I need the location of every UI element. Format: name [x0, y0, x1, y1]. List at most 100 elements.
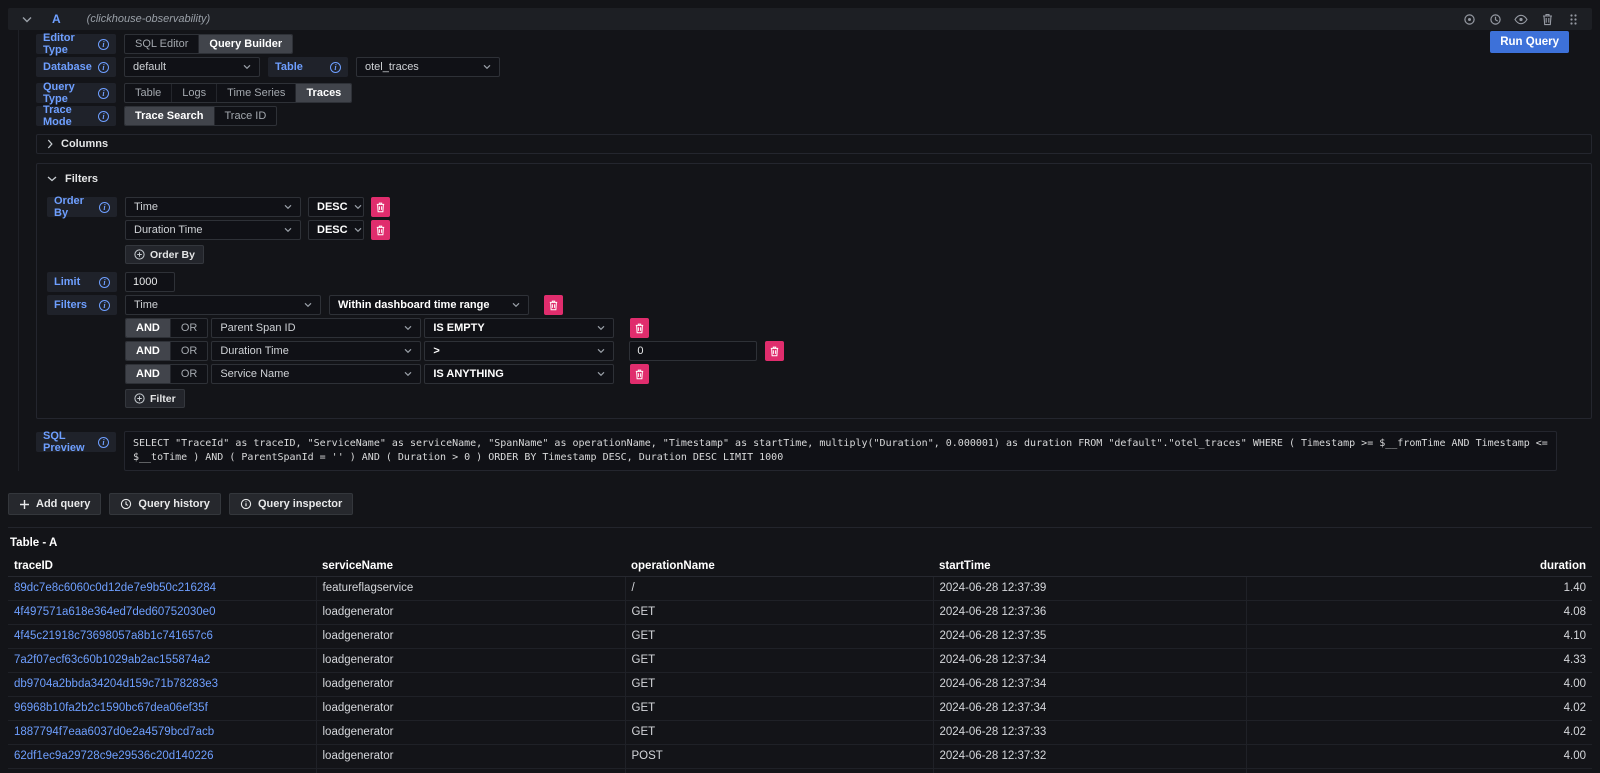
table-row: 4f45c21918c73698057a8b1c741657c6loadgene…: [8, 624, 1592, 648]
column-header-duration[interactable]: duration: [1246, 557, 1592, 576]
add-order-by-button[interactable]: Order By: [125, 245, 204, 264]
filter-condition-select[interactable]: Within dashboard time range: [329, 295, 529, 315]
info-icon[interactable]: [98, 39, 109, 50]
query-type-traces[interactable]: Traces: [296, 84, 351, 102]
remove-query-trash-icon[interactable]: [1538, 10, 1556, 28]
filter-operator-select[interactable]: >: [424, 341, 614, 361]
trace-id-cell: db9704a2bbda34204d159c71b78283e3: [8, 672, 316, 696]
table-row: e91c3645f04fa5e58adcd0758e1ea127loadgene…: [8, 768, 1592, 773]
sql-editor-option[interactable]: SQL Editor: [125, 35, 199, 53]
history-clock-icon: [120, 498, 132, 510]
panel-title: Table - A: [8, 537, 1592, 557]
trace-id-cell: 7a2f07ecf63c60b1029ab2ac155874a2: [8, 648, 316, 672]
order-by-field-select[interactable]: Duration Time: [125, 220, 301, 240]
order-by-direction-select[interactable]: DESC: [308, 197, 364, 217]
table-select[interactable]: otel_traces: [356, 57, 500, 77]
add-filter-button[interactable]: Filter: [125, 389, 185, 408]
start-time-cell: 2024-06-28 12:37:34: [933, 696, 1246, 720]
info-icon[interactable]: [99, 202, 110, 213]
query-type-table[interactable]: Table: [125, 84, 172, 102]
trace-id-link[interactable]: 96968b10fa2b2c1590bc67dea06ef35f: [14, 702, 208, 714]
or-option[interactable]: OR: [171, 319, 208, 337]
service-name-cell: loadgenerator: [316, 696, 625, 720]
trace-id-link[interactable]: 4f45c21918c73698057a8b1c741657c6: [14, 630, 213, 642]
info-icon[interactable]: [98, 62, 109, 73]
trash-icon: [770, 346, 779, 357]
filters-section-header[interactable]: Filters: [47, 169, 1581, 189]
drag-handle-icon[interactable]: [1564, 10, 1582, 28]
database-label: Database: [36, 57, 116, 77]
operation-name-cell: GET: [625, 648, 933, 672]
filter-field-select[interactable]: Service Name: [211, 364, 421, 384]
trace-id-link[interactable]: db9704a2bbda34204d159c71b78283e3: [14, 678, 218, 690]
hide-response-eye-icon[interactable]: [1512, 10, 1530, 28]
order-by-direction-select[interactable]: DESC: [308, 220, 364, 240]
filter-operator-select[interactable]: IS EMPTY: [424, 318, 614, 338]
info-circle-icon: [240, 498, 252, 510]
info-icon[interactable]: [98, 88, 109, 99]
trace-id-cell: 96968b10fa2b2c1590bc67dea06ef35f: [8, 696, 316, 720]
info-icon[interactable]: [98, 111, 109, 122]
trash-icon: [376, 225, 385, 236]
query-type-logs[interactable]: Logs: [172, 84, 217, 102]
remove-filter-button[interactable]: [630, 364, 649, 384]
query-inspector-button[interactable]: Query inspector: [229, 493, 353, 515]
remove-order-by-button[interactable]: [371, 197, 390, 217]
duplicate-icon[interactable]: [1460, 10, 1478, 28]
database-select[interactable]: default: [124, 57, 260, 77]
editor-type-label: Editor Type: [36, 34, 116, 54]
trace-id-link[interactable]: 7a2f07ecf63c60b1029ab2ac155874a2: [14, 654, 210, 666]
trace-mode-toggle: Trace Search Trace ID: [124, 106, 277, 126]
trace-id-link[interactable]: 4f497571a618e364ed7ded60752030e0: [14, 606, 215, 618]
trash-icon: [635, 369, 644, 380]
info-icon[interactable]: [98, 437, 109, 448]
column-header-starttime[interactable]: startTime: [933, 557, 1246, 576]
trace-id-link[interactable]: 89dc7e8c6060c0d12de7e9b50c216284: [14, 582, 216, 594]
remove-filter-button[interactable]: [544, 295, 563, 315]
filter-value-input[interactable]: [629, 341, 757, 361]
trace-search-option[interactable]: Trace Search: [125, 107, 215, 125]
and-option[interactable]: AND: [126, 319, 171, 337]
operation-name-cell: GET: [625, 696, 933, 720]
column-header-traceid[interactable]: traceID: [8, 557, 316, 576]
column-header-operationname[interactable]: operationName: [625, 557, 933, 576]
and-option[interactable]: AND: [126, 342, 171, 360]
trace-id-link[interactable]: 62df1ec9a29728c9e29536c20d140226: [14, 750, 214, 762]
trace-id-option[interactable]: Trace ID: [215, 107, 277, 125]
or-option[interactable]: OR: [171, 342, 208, 360]
columns-section-header[interactable]: Columns: [36, 134, 1592, 154]
remove-filter-button[interactable]: [630, 318, 649, 338]
order-by-field-select[interactable]: Time: [125, 197, 301, 217]
remove-filter-button[interactable]: [765, 341, 784, 361]
limit-input[interactable]: [125, 272, 175, 292]
column-header-servicename[interactable]: serviceName: [316, 557, 625, 576]
remove-order-by-button[interactable]: [371, 220, 390, 240]
info-icon[interactable]: [330, 62, 341, 73]
start-time-cell: 2024-06-28 12:37:36: [933, 600, 1246, 624]
limit-row: Limit: [47, 272, 1581, 292]
start-time-cell: 2024-06-28 12:37:34: [933, 648, 1246, 672]
filter-field-select[interactable]: Parent Span ID: [211, 318, 421, 338]
query-type-timeseries[interactable]: Time Series: [217, 84, 296, 102]
trace-mode-label: Trace Mode: [36, 106, 116, 126]
add-query-button[interactable]: Add query: [8, 493, 101, 515]
start-time-cell: 2024-06-28 12:37:33: [933, 720, 1246, 744]
filter-field-select[interactable]: Time: [125, 295, 321, 315]
trace-id-cell: 1887794f7eaa6037d0e2a4579bcd7acb: [8, 720, 316, 744]
history-icon[interactable]: [1486, 10, 1504, 28]
chevron-down-icon: [47, 176, 57, 182]
filter-operator-select[interactable]: IS ANYTHING: [424, 364, 614, 384]
trace-id-link[interactable]: 1887794f7eaa6037d0e2a4579bcd7acb: [14, 726, 214, 738]
and-option[interactable]: AND: [126, 365, 171, 383]
info-icon[interactable]: [99, 277, 110, 288]
results-table-panel: Table - A traceID serviceName operationN…: [8, 527, 1592, 773]
or-option[interactable]: OR: [171, 365, 208, 383]
info-icon[interactable]: [99, 300, 110, 311]
collapse-chevron-icon[interactable]: [18, 10, 36, 28]
query-history-button[interactable]: Query history: [109, 493, 221, 515]
start-time-cell: 2024-06-28 12:37:32: [933, 744, 1246, 768]
service-name-cell: featureflagservice: [316, 576, 625, 600]
filter-field-select[interactable]: Duration Time: [211, 341, 421, 361]
query-builder-option[interactable]: Query Builder: [199, 35, 292, 53]
operation-name-cell: GET: [625, 768, 933, 773]
